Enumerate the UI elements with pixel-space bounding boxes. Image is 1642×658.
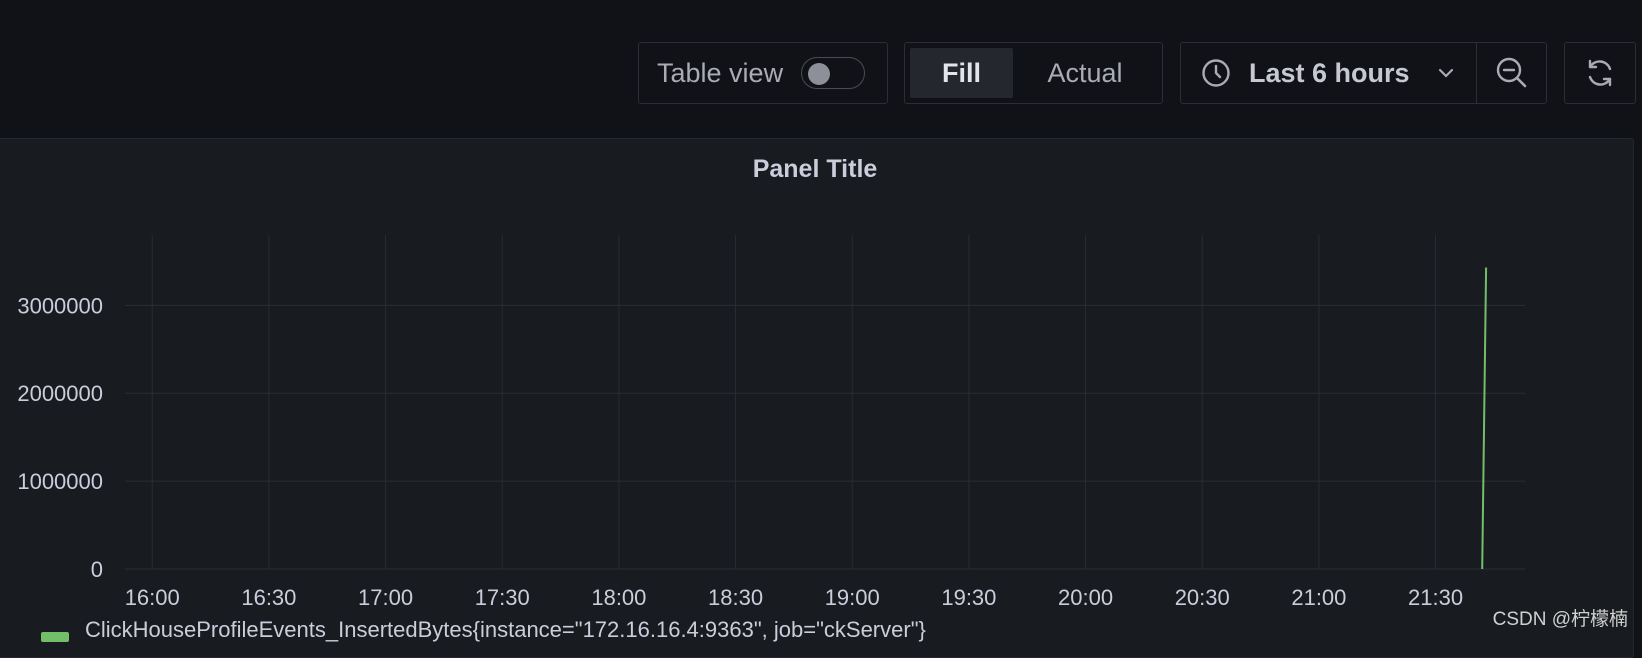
- table-view-toggle-group[interactable]: Table view: [638, 42, 888, 104]
- x-tick-label: 20:00: [1058, 585, 1113, 609]
- time-range-label: Last 6 hours: [1249, 57, 1410, 88]
- x-tick-label: 21:00: [1291, 585, 1346, 609]
- switch-knob: [808, 63, 831, 85]
- x-tick-label: 19:00: [825, 585, 880, 609]
- time-series-chart[interactable]: 16:00 16:30 17:00 17:30 18:00 18:30 19:00 19:30…: [0, 139, 1635, 609]
- x-tick-label: 17:30: [475, 585, 530, 609]
- x-tick-label: 18:00: [591, 585, 646, 609]
- x-tick-label: 21:30: [1408, 585, 1463, 609]
- y-tick-label: 0: [91, 557, 103, 582]
- dashboard-toolbar: Table view Fill Actual Last 6 hours: [0, 0, 1642, 136]
- graph-panel: Panel Title 16:00 16:30 17:00 17:30 18:00 18:…: [0, 138, 1634, 658]
- legend-series-color-swatch: [41, 632, 69, 642]
- fill-button[interactable]: Fill: [910, 48, 1013, 98]
- y-tick-label: 2000000: [17, 381, 103, 406]
- series-line: [1481, 267, 1488, 570]
- table-view-switch[interactable]: [801, 57, 866, 89]
- fill-actual-radio-group: Fill Actual: [904, 42, 1163, 104]
- refresh-button[interactable]: [1564, 42, 1636, 104]
- legend-series-name[interactable]: ClickHouseProfileEvents_InsertedBytes{in…: [85, 617, 926, 643]
- clock-icon: [1202, 59, 1230, 87]
- time-range-controls: Last 6 hours: [1180, 42, 1547, 104]
- x-tick-label: 18:30: [708, 585, 763, 609]
- time-range-picker[interactable]: Last 6 hours: [1181, 43, 1477, 103]
- legend[interactable]: ClickHouseProfileEvents_InsertedBytes{in…: [41, 617, 926, 643]
- watermark: CSDN @柠檬楠: [1492, 609, 1628, 630]
- x-tick-label: 16:30: [241, 585, 296, 609]
- x-tick-label: 19:30: [941, 585, 996, 609]
- chevron-down-icon: [1438, 68, 1453, 78]
- table-view-label: Table view: [657, 57, 784, 88]
- y-tick-label: 1000000: [17, 469, 103, 494]
- actual-button[interactable]: Actual: [1013, 48, 1157, 98]
- zoom-out-icon: [1496, 57, 1526, 88]
- x-tick-label: 17:00: [358, 585, 413, 609]
- y-tick-label: 3000000: [17, 293, 103, 318]
- x-tick-label: 16:00: [125, 585, 180, 609]
- refresh-icon: [1588, 59, 1612, 87]
- x-tick-label: 20:30: [1175, 585, 1230, 609]
- zoom-out-button[interactable]: [1477, 43, 1546, 103]
